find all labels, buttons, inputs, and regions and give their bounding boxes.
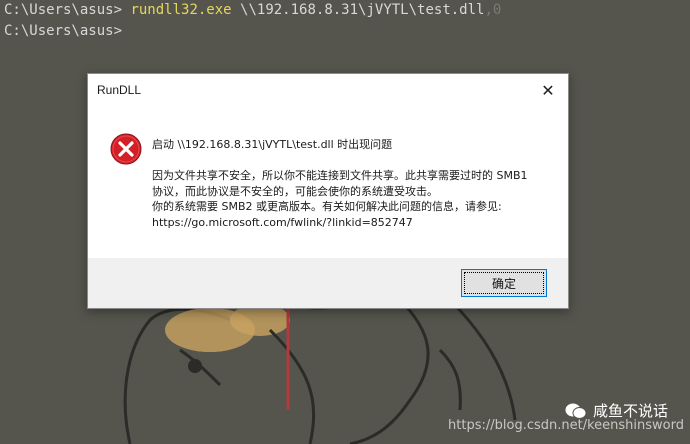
console-second-prompt: C:\Users\asus> bbox=[4, 23, 123, 39]
message-line: 协议，而此协议是不安全的，可能会使你的系统遭受攻击。 bbox=[152, 184, 438, 198]
dialog-body: 启动 \\192.168.8.31\jVYTL\test.dll 时出现问题 因… bbox=[88, 108, 568, 258]
console-command-args: \\192.168.8.31\jVYTL\test.dll bbox=[231, 2, 485, 18]
dialog-title: RunDLL bbox=[97, 83, 142, 97]
console-prompt: C:\Users\asus> bbox=[4, 2, 123, 18]
watermark-url: https://blog.csdn.net/keenshinsword bbox=[448, 418, 684, 433]
ok-button[interactable]: 确定 bbox=[461, 269, 547, 297]
message-line: 你的系统需要 SMB2 或更高版本。有关如何解决此问题的信息，请参见: bbox=[152, 200, 502, 213]
error-icon bbox=[110, 133, 142, 165]
console-line-command: C:\Users\asus> rundll32.exe \\192.168.8.… bbox=[4, 0, 690, 21]
console-command-tail: ,0 bbox=[484, 2, 502, 18]
message-link[interactable]: https://go.microsoft.com/fwlink/?linkid=… bbox=[152, 215, 552, 231]
message-line: 因为文件共享不安全，所以你不能连接到文件共享。此共享需要过时的 SMB1 bbox=[152, 169, 528, 182]
dialog-heading: 启动 \\192.168.8.31\jVYTL\test.dll 时出现问题 bbox=[152, 138, 393, 151]
dialog-titlebar[interactable]: RunDLL ✕ bbox=[88, 74, 568, 108]
close-icon: ✕ bbox=[541, 80, 555, 100]
wechat-icon bbox=[565, 403, 587, 419]
console-line-prompt: C:\Users\asus> bbox=[4, 21, 690, 42]
console-command-exe: rundll32.exe bbox=[130, 2, 232, 18]
dialog-footer: 确定 bbox=[88, 258, 568, 308]
rundll-error-dialog: RunDLL ✕ 启动 \\192.168.8.31\jVYTL\test.dl… bbox=[87, 73, 569, 309]
dialog-message: 因为文件共享不安全，所以你不能连接到文件共享。此共享需要过时的 SMB1 协议，… bbox=[152, 168, 552, 230]
close-button[interactable]: ✕ bbox=[528, 74, 568, 106]
console-output: C:\Users\asus> rundll32.exe \\192.168.8.… bbox=[4, 0, 690, 42]
